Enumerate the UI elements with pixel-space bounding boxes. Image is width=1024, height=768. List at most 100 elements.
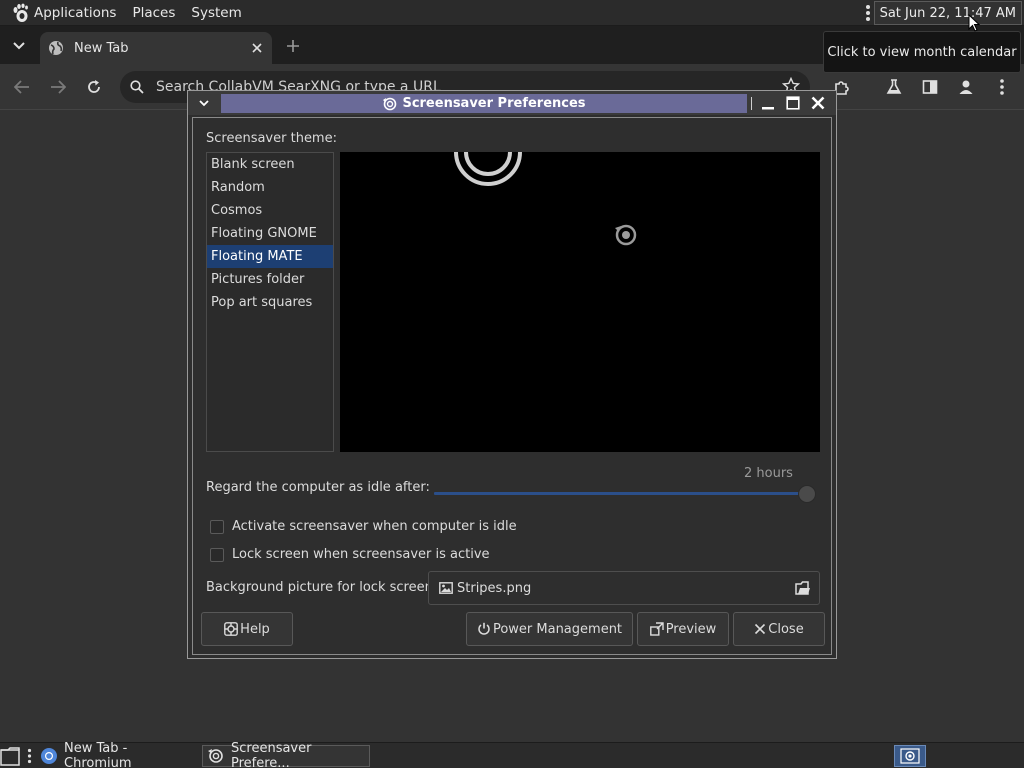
fullscreen-preview-icon: [649, 622, 666, 636]
mouse-pointer-icon: [968, 14, 980, 32]
tab-close-button[interactable]: [246, 37, 268, 59]
idle-time-slider[interactable]: [434, 482, 818, 506]
clock[interactable]: Sat Jun 22, 11:47 AM: [873, 1, 1022, 25]
maximize-button[interactable]: [785, 95, 801, 111]
theme-item[interactable]: Random: [207, 176, 333, 199]
task-chromium[interactable]: New Tab - Chromium: [36, 741, 198, 768]
lock-screen-checkbox[interactable]: Lock screen when screensaver is active: [210, 547, 490, 562]
help-button[interactable]: Help: [201, 612, 293, 646]
power-management-label: Power Management: [492, 621, 623, 637]
applications-menu[interactable]: Applications: [0, 0, 124, 26]
new-tab-button[interactable]: [282, 35, 304, 57]
places-menu[interactable]: Places: [124, 0, 183, 26]
top-panel: Applications Places System Sat Jun 22, 1…: [0, 0, 1024, 26]
tab-title: New Tab: [74, 40, 129, 56]
close-icon: [811, 96, 825, 110]
image-file-icon: [439, 582, 453, 594]
workspace-switcher[interactable]: [894, 745, 926, 767]
close-button-label: Close: [768, 621, 804, 637]
idle-label: Regard the computer as idle after:: [206, 480, 430, 495]
screensaver-app-icon: [207, 748, 225, 764]
dialog-titlebar[interactable]: Screensaver Preferences: [188, 91, 836, 115]
system-menu[interactable]: System: [183, 0, 249, 26]
window-menu-button[interactable]: [196, 95, 212, 111]
close-icon: [754, 623, 768, 635]
theme-item[interactable]: Blank screen: [207, 153, 333, 176]
arrow-right-icon: [50, 80, 66, 94]
task-chromium-label: New Tab - Chromium: [64, 741, 132, 768]
slider-thumb[interactable]: [798, 485, 816, 503]
labs-button[interactable]: [882, 75, 906, 99]
activate-checkbox-box[interactable]: [210, 519, 224, 534]
side-panel-icon: [922, 79, 938, 95]
person-icon: [958, 79, 974, 95]
calendar-tooltip: Click to view month calendar: [823, 31, 1021, 73]
task-screensaver[interactable]: Screensaver Prefere...: [202, 741, 370, 768]
minimize-button[interactable]: [760, 95, 776, 111]
preview-button-label: Preview: [665, 621, 717, 637]
vertical-dots-icon: [1000, 79, 1004, 95]
theme-item[interactable]: Floating MATE: [207, 245, 333, 268]
close-window-button[interactable]: [810, 95, 826, 111]
back-button[interactable]: [10, 75, 34, 99]
bottom-panel: New Tab - Chromium Screensaver Prefere..…: [0, 741, 1024, 768]
panel-right-area: Sat Jun 22, 11:47 AM: [865, 0, 1024, 26]
places-menu-label: Places: [132, 4, 176, 21]
plus-icon: [287, 40, 299, 52]
dialog-title: Screensaver Preferences: [402, 96, 586, 111]
help-button-label: Help: [240, 621, 270, 637]
background-file-name: Stripes.png: [457, 580, 532, 596]
panel-handle-icon[interactable]: [865, 4, 871, 22]
chromium-icon: [40, 747, 58, 765]
idle-value-label: 2 hours: [744, 466, 793, 481]
system-menu-label: System: [191, 4, 242, 21]
tab-new-tab[interactable]: New Tab: [40, 32, 272, 64]
applications-menu-label: Applications: [34, 4, 117, 21]
flask-icon: [886, 79, 902, 95]
reload-button[interactable]: [82, 75, 106, 99]
background-file-chooser[interactable]: Stripes.png: [428, 571, 820, 605]
gnome-foot-icon: [12, 3, 34, 23]
titlebar-separator: [751, 97, 752, 110]
tab-search-button[interactable]: [8, 35, 30, 57]
chevron-down-icon: [199, 99, 209, 107]
floating-mate-preview-icon: [454, 152, 637, 246]
profile-button[interactable]: [954, 75, 978, 99]
arrow-left-icon: [14, 80, 30, 94]
screensaver-app-icon: [382, 97, 398, 111]
theme-label: Screensaver theme:: [206, 131, 337, 146]
tasklist-handle-icon[interactable]: [27, 748, 32, 764]
reload-icon: [86, 79, 102, 95]
screensaver-tray-icon: [900, 748, 920, 764]
activate-screensaver-checkbox[interactable]: Activate screensaver when computer is id…: [210, 519, 517, 534]
dialog-body: Screensaver theme: Blank screen Random Cos…: [192, 117, 832, 655]
lock-checkbox-label: Lock screen when screensaver is active: [232, 547, 490, 562]
close-icon: [252, 43, 262, 53]
theme-item[interactable]: Pictures folder: [207, 268, 333, 291]
theme-item[interactable]: Cosmos: [207, 199, 333, 222]
theme-item[interactable]: Pop art squares: [207, 291, 333, 314]
browser-menu-button[interactable]: [990, 75, 1014, 99]
side-panel-button[interactable]: [918, 75, 942, 99]
chevron-down-icon: [13, 42, 25, 50]
dialog-title-area[interactable]: Screensaver Preferences: [221, 94, 747, 113]
globe-icon: [48, 40, 64, 56]
forward-button[interactable]: [46, 75, 70, 99]
open-file-icon[interactable]: [795, 580, 811, 596]
help-icon: [224, 622, 240, 636]
show-desktop-icon[interactable]: [0, 745, 22, 767]
screensaver-preview: [340, 152, 820, 452]
close-button[interactable]: Close: [733, 612, 825, 646]
maximize-icon: [786, 96, 800, 110]
power-icon: [477, 622, 493, 636]
theme-list[interactable]: Blank screen Random Cosmos Floating GNOME Fl…: [206, 152, 334, 452]
screensaver-preferences-dialog: Screensaver Preferences Screensaver them…: [187, 90, 837, 659]
background-picture-label: Background picture for lock screen:: [206, 580, 438, 595]
theme-item[interactable]: Floating GNOME: [207, 222, 333, 245]
preview-button[interactable]: Preview: [637, 612, 729, 646]
slider-track: [434, 492, 806, 495]
power-management-button[interactable]: Power Management: [466, 612, 633, 646]
lock-checkbox-box[interactable]: [210, 547, 224, 562]
task-screensaver-label: Screensaver Prefere...: [231, 741, 312, 768]
search-icon: [130, 80, 144, 94]
